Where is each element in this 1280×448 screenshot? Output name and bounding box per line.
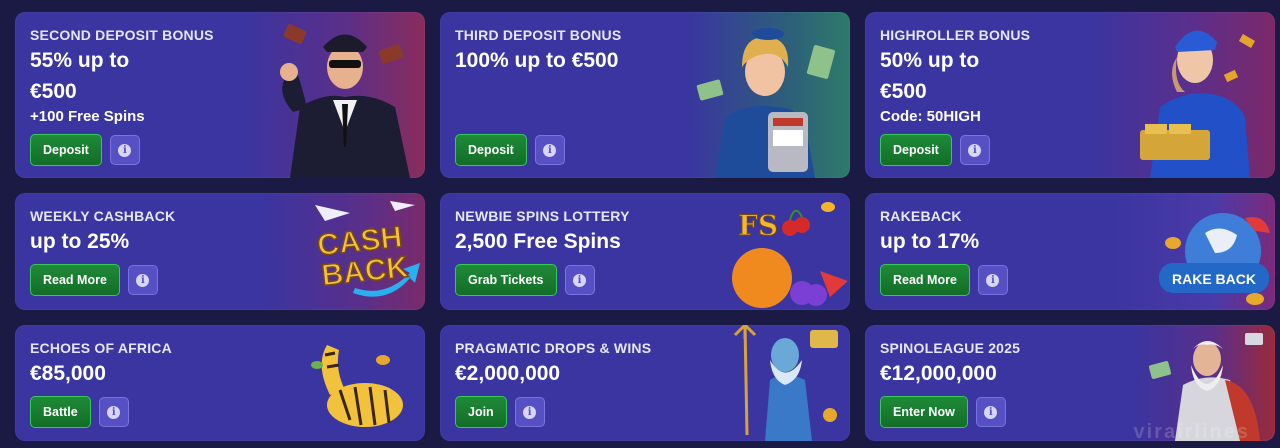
promo-code: Code: 50HIGH [880,108,981,125]
pilot-man-illustration [280,24,410,178]
promo-eyebrow: RAKEBACK [880,208,962,224]
info-icon: i [543,143,557,157]
info-button[interactable]: i [514,397,545,427]
info-button[interactable]: i [98,397,129,427]
info-button[interactable]: i [977,265,1008,295]
info-icon: i [107,405,121,419]
promo-eyebrow: SPINOLEAGUE 2025 [880,340,1021,356]
rake-back-logo-text: RAKE BACK [1172,271,1256,287]
read-more-button[interactable]: Read More [880,264,970,296]
stewardess-slot-machine-illustration [696,28,836,178]
poseidon-illustration [733,325,838,441]
info-icon: i [136,273,150,287]
info-button[interactable]: i [959,135,990,165]
fruit-fs-illustration: FS [732,202,848,308]
zebra-illustration [311,345,403,427]
info-icon: i [118,143,132,157]
join-button[interactable]: Join [455,396,507,428]
promo-card-third-deposit[interactable]: THIRD DEPOSIT BONUS 100% up to €500 Depo… [440,12,850,178]
promo-card-pragmatic-drops-wins[interactable]: PRAGMATIC DROPS & WINS €2,000,000 Join i [440,325,850,441]
rake-back-globe: RAKE BACK [1159,213,1270,305]
promo-eyebrow: HIGHROLLER BONUS [880,27,1031,43]
deposit-button[interactable]: Deposit [30,134,102,166]
fs-logo-text: FS [738,209,778,242]
grab-tickets-button[interactable]: Grab Tickets [455,264,557,296]
promo-headline: 50% up to [880,49,980,72]
promo-eyebrow: SECOND DEPOSIT BONUS [30,27,214,43]
promo-headline: €12,000,000 [880,362,997,385]
read-more-button[interactable]: Read More [30,264,120,296]
info-icon: i [984,405,998,419]
promo-eyebrow: NEWBIE SPINS LOTTERY [455,208,630,224]
deposit-button[interactable]: Deposit [455,134,527,166]
promo-headline: up to 17% [880,230,980,253]
battle-button[interactable]: Battle [30,396,91,428]
promo-headline: 55% up to [30,49,130,72]
promo-headline: €85,000 [30,362,106,385]
deposit-button[interactable]: Deposit [880,134,952,166]
enter-now-button[interactable]: Enter Now [880,396,968,428]
cash-back-logo: CASH BACK [315,201,420,297]
promo-headline-amount: €500 [880,80,927,103]
promo-headline: 100% up to €500 [455,49,619,72]
promo-headline: 2,500 Free Spins [455,230,621,253]
info-icon: i [523,405,537,419]
promo-card-echoes-of-africa[interactable]: ECHOES OF AFRICA €85,000 Battle i [15,325,425,441]
stewardess-gold-bars-illustration [1140,30,1256,178]
promo-card-newbie-spins-lottery[interactable]: NEWBIE SPINS LOTTERY 2,500 Free Spins Gr… [440,193,850,310]
promo-eyebrow: ECHOES OF AFRICA [30,340,172,356]
promo-eyebrow: WEEKLY CASHBACK [30,208,176,224]
info-button[interactable]: i [975,397,1006,427]
info-icon: i [573,273,587,287]
promo-headline: €2,000,000 [455,362,561,385]
info-button[interactable]: i [564,265,595,295]
promo-card-second-deposit[interactable]: SECOND DEPOSIT BONUS 55% up to €500 +100… [15,12,425,178]
promo-headline: up to 25% [30,230,130,253]
promo-subtext: +100 Free Spins [30,108,145,125]
promo-headline-amount: €500 [30,80,77,103]
promo-card-rakeback[interactable]: RAKEBACK up to 17% Read More i RAKE BACK [865,193,1275,310]
info-button[interactable]: i [534,135,565,165]
info-icon: i [968,143,982,157]
info-button[interactable]: i [109,135,140,165]
info-button[interactable]: i [127,265,158,295]
promo-card-highroller[interactable]: HIGHROLLER BONUS 50% up to €500 Code: 50… [865,12,1275,178]
promotions-grid: SECOND DEPOSIT BONUS 55% up to €500 +100… [15,12,1275,441]
promo-eyebrow: THIRD DEPOSIT BONUS [455,27,622,43]
info-icon: i [986,273,1000,287]
promo-eyebrow: PRAGMATIC DROPS & WINS [455,340,652,356]
watermark: virairlines [1133,421,1250,443]
promo-card-weekly-cashback[interactable]: WEEKLY CASHBACK up to 25% Read More i CA… [15,193,425,310]
